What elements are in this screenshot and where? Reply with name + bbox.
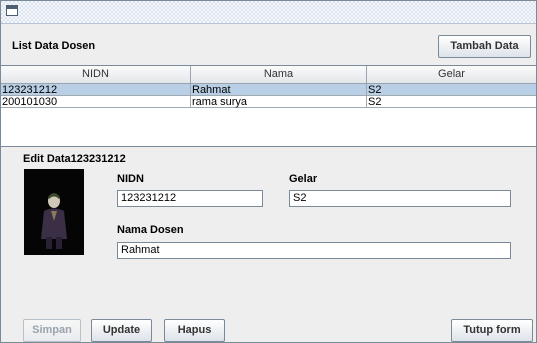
cell-nama: rama surya	[191, 96, 367, 108]
column-header-nidn[interactable]: NIDN	[1, 66, 191, 83]
gelar-field[interactable]: S2	[289, 190, 511, 207]
table-row[interactable]: 123231212 Rahmat S2	[1, 84, 536, 96]
delete-button[interactable]: Hapus	[164, 319, 225, 342]
save-button[interactable]: Simpan	[23, 319, 81, 342]
nidn-label: NIDN	[117, 173, 144, 185]
nidn-field[interactable]: 123231212	[117, 190, 263, 207]
cell-nidn: 200101030	[1, 96, 191, 108]
update-button[interactable]: Update	[91, 319, 152, 342]
app-window: List Data Dosen Tambah Data NIDN Nama Ge…	[0, 0, 537, 343]
cell-nidn: 123231212	[1, 84, 191, 96]
nama-dosen-label: Nama Dosen	[117, 224, 184, 236]
lecturer-photo	[24, 169, 84, 255]
close-form-button[interactable]: Tutup form	[451, 319, 533, 342]
add-data-button[interactable]: Tambah Data	[438, 35, 531, 58]
data-table[interactable]: NIDN Nama Gelar 123231212 Rahmat S2 2001…	[1, 65, 536, 147]
gelar-label: Gelar	[289, 173, 318, 185]
nama-dosen-field[interactable]: Rahmat	[117, 242, 511, 259]
cell-nama: Rahmat	[191, 84, 367, 96]
window-icon[interactable]	[6, 5, 18, 16]
table-row[interactable]: 200101030 rama surya S2	[1, 96, 536, 108]
column-header-nama[interactable]: Nama	[191, 66, 367, 83]
table-header: NIDN Nama Gelar	[1, 66, 536, 84]
cell-gelar: S2	[367, 96, 536, 108]
column-header-gelar[interactable]: Gelar	[367, 66, 536, 83]
edit-heading: Edit Data123231212	[23, 153, 126, 165]
title-bar[interactable]	[1, 1, 536, 24]
list-heading: List Data Dosen	[12, 40, 96, 52]
cell-gelar: S2	[367, 84, 536, 96]
